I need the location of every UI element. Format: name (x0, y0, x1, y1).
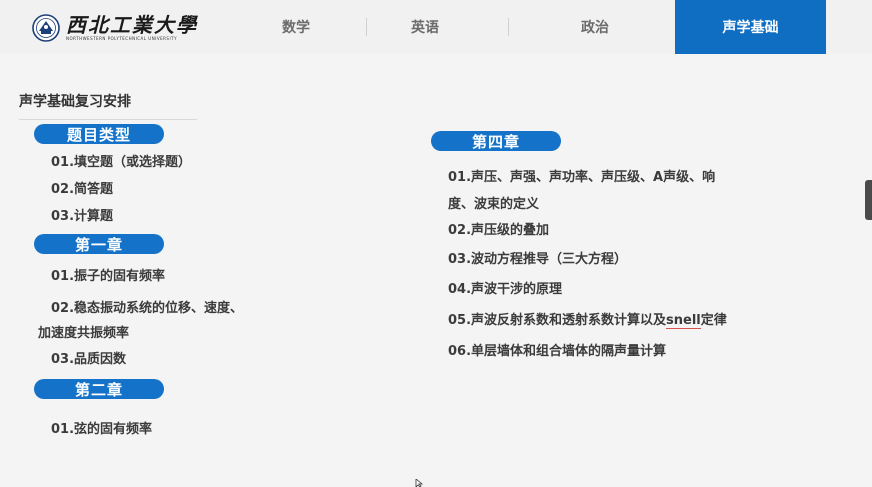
list-item: 度、波束的定义 (448, 197, 540, 212)
list-item: 05.声波反射系数和透射系数计算以及snell定律 (448, 309, 727, 329)
list-item: 04.声波干涉的原理 (448, 282, 563, 297)
list-item: 01.振子的固有频率 (51, 269, 166, 284)
snell-term: snell (666, 313, 701, 329)
list-item: 03.计算题 (51, 209, 114, 224)
tab-label: 声学基础 (722, 20, 779, 36)
logo-english-name: NORTHWESTERN POLYTECHNICAL UNIVERSITY (66, 36, 178, 41)
section-heading-chapter-4: 第四章 (431, 131, 561, 151)
list-item: 02.稳态振动系统的位移、速度、 (51, 301, 244, 316)
section-heading-question-types: 题目类型 (34, 124, 164, 144)
list-item: 01.填空题（或选择题） (51, 155, 192, 170)
list-item-text: 05.声波反射系数和透射系数计算以及 (448, 313, 667, 328)
mouse-cursor-icon (415, 479, 424, 487)
list-item-text: 定律 (700, 313, 727, 328)
title-divider (19, 119, 197, 120)
logo-chinese-name: 西北工業大學 (66, 13, 198, 37)
tab-acoustics-basics[interactable]: 声学基础 (675, 0, 826, 54)
section-heading-chapter-2: 第二章 (34, 379, 164, 399)
university-emblem-icon (32, 14, 60, 42)
list-item: 01.弦的固有频率 (51, 422, 153, 437)
main-content: 声学基础复习安排 题目类型 01.填空题（或选择题） 02.简答题 03.计算题… (0, 54, 872, 487)
list-item: 加速度共振频率 (38, 326, 130, 341)
page-title: 声学基础复习安排 (19, 94, 131, 110)
list-item: 03.波动方程推导（三大方程） (448, 252, 628, 267)
side-panel-handle[interactable] (865, 180, 872, 220)
list-item: 06.单层墙体和组合墙体的隔声量计算 (448, 344, 667, 359)
list-item: 02.声压级的叠加 (448, 223, 550, 238)
section-heading-chapter-1: 第一章 (34, 234, 164, 254)
tab-divider (508, 18, 509, 36)
logo-text: 西北工業大學 NORTHWESTERN POLYTECHNICAL UNIVER… (66, 14, 198, 42)
tab-math[interactable]: 数学 (232, 0, 360, 54)
top-nav-bar: 西北工業大學 NORTHWESTERN POLYTECHNICAL UNIVER… (0, 0, 872, 55)
university-logo[interactable]: 西北工業大學 NORTHWESTERN POLYTECHNICAL UNIVER… (32, 12, 198, 44)
tab-politics[interactable]: 政治 (530, 0, 660, 54)
tab-label: 英语 (411, 20, 439, 36)
tab-label: 数学 (282, 20, 310, 36)
tab-label: 政治 (581, 20, 609, 36)
tab-english[interactable]: 英语 (366, 0, 484, 54)
page: 西北工業大學 NORTHWESTERN POLYTECHNICAL UNIVER… (0, 0, 872, 487)
list-item: 03.品质因数 (51, 352, 127, 367)
list-item: 02.简答题 (51, 182, 114, 197)
list-item: 01.声压、声强、声功率、声压级、A声级、响 (448, 170, 716, 185)
